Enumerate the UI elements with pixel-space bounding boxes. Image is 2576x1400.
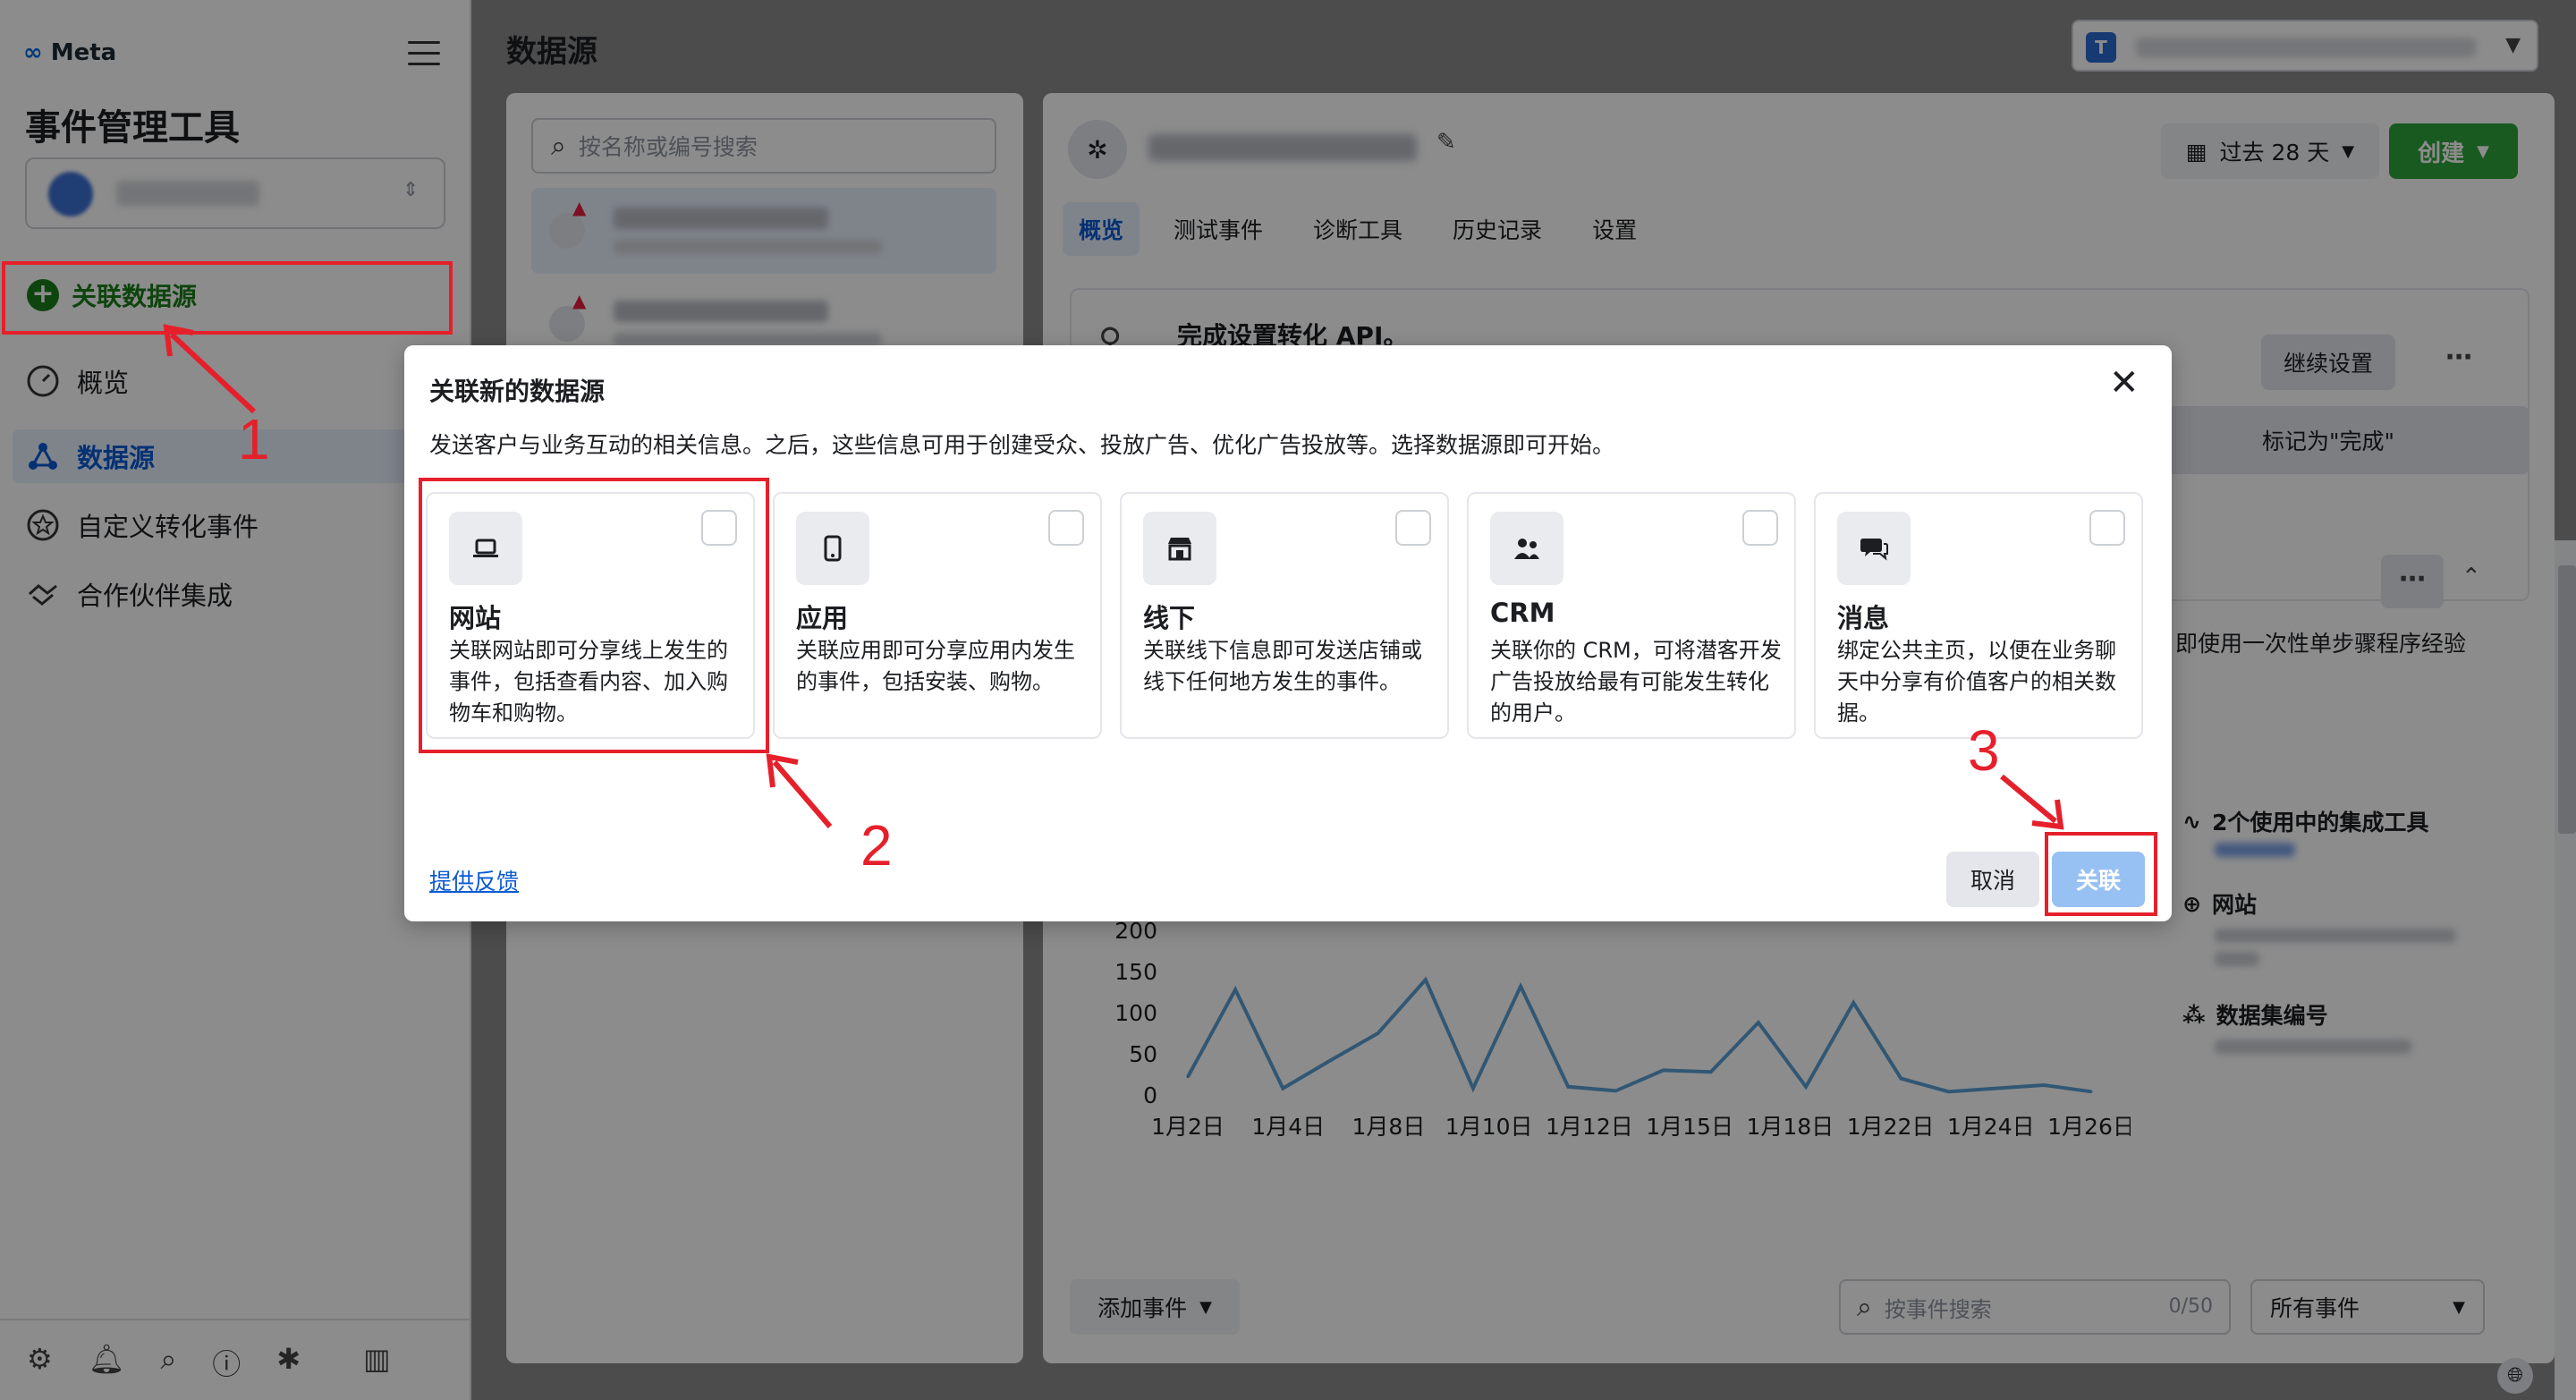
annotation-number-1: 1 <box>238 407 270 471</box>
annotation-number-3: 3 <box>1968 718 2000 783</box>
annotation-arrow-2 <box>772 760 833 828</box>
annotation-arrow-3 <box>2000 774 2057 824</box>
annotation-number-2: 2 <box>860 813 893 878</box>
annotation-arrow-1 <box>169 332 257 414</box>
annotation-arrows <box>163 324 2064 830</box>
